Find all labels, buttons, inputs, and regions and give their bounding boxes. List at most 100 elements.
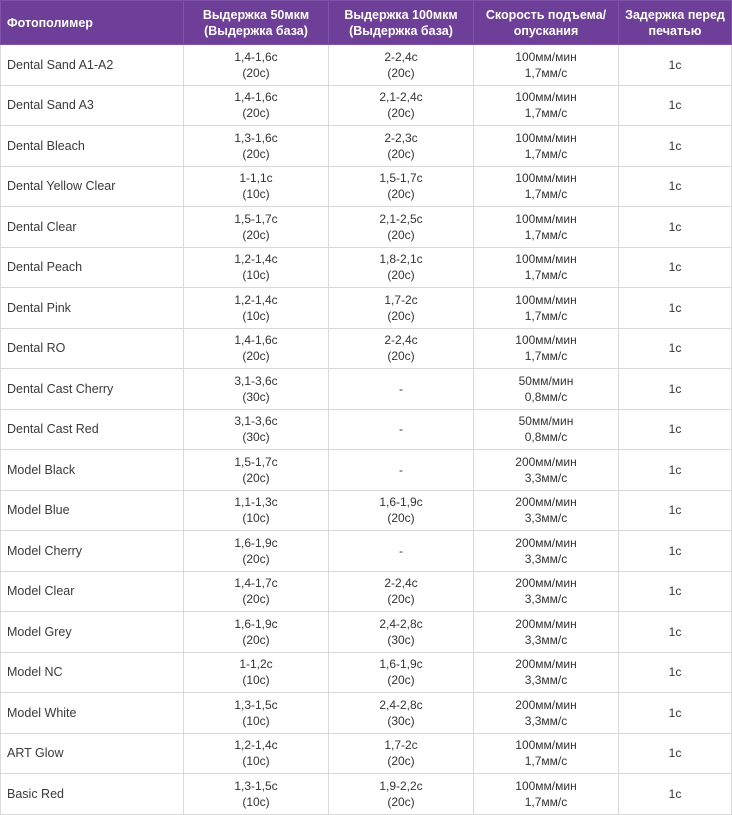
print-delay-cell-line: 1с (668, 543, 682, 558)
lift-speed-cell: 200мм/мин 3,3мм/с (473, 692, 619, 734)
table-row: Model Black 1,5-1,7с (20с) - 200мм/мин 3,3мм/… (0, 449, 732, 491)
exposure-100um-cell: 1,5-1,7с (20с) (328, 165, 474, 207)
lift-speed-cell: 100мм/мин 1,7мм/с (473, 732, 619, 774)
header-exposure-100um: Выдержка 100мкм (Выдержка база) (328, 0, 474, 45)
lift-speed-cell-line: 100мм/мин (515, 171, 577, 186)
table-row: Model NC 1-1,2с (10с) 1,6-1,9с (20с) 200мм/ми… (0, 651, 732, 693)
lift-speed-cell: 100мм/мин 1,7мм/с (473, 84, 619, 126)
print-delay-cell: 1с (618, 570, 732, 612)
header-print-delay: Задержка перед печатью (618, 0, 732, 45)
resin-name-cell-line: Dental Clear (7, 219, 77, 234)
exposure-100um-cell: 2-2,4с (20с) (328, 327, 474, 369)
exposure-50um-cell-line: 1,2-1,4с (234, 252, 278, 267)
resin-name-cell: Dental Pink (0, 287, 184, 329)
resin-name-cell-line: Dental RO (7, 341, 66, 356)
exposure-100um-cell-line: 1,5-1,7с (379, 171, 423, 186)
exposure-50um-cell-line: (10с) (242, 511, 270, 526)
exposure-50um-cell-line: (20с) (242, 632, 270, 647)
exposure-50um-cell-line: 1,3-1,6с (234, 130, 278, 145)
exposure-100um-cell-line: 1,7-2с (384, 738, 418, 753)
lift-speed-cell-line: 1,7мм/с (524, 65, 568, 80)
exposure-100um-cell-line: 2,1-2,5с (379, 211, 423, 226)
print-delay-cell: 1с (618, 368, 732, 410)
resin-name-cell: Dental Cast Cherry (0, 368, 184, 410)
resin-name-cell-line: Dental Sand A3 (7, 98, 94, 113)
exposure-50um-cell: 1,4-1,6с (20с) (183, 84, 329, 126)
resin-name-cell-line: Model NC (7, 665, 63, 680)
exposure-100um-cell: 2-2,4с (20с) (328, 44, 474, 86)
table-row: Dental Sand A1-A2 1,4-1,6с (20с) 2-2,4с (20с… (0, 44, 732, 86)
exposure-100um-cell: 1,7-2с (20с) (328, 732, 474, 774)
exposure-50um-cell-line: (10с) (242, 794, 270, 809)
exposure-100um-cell: - (328, 449, 474, 491)
lift-speed-cell-line: 1,7мм/с (524, 794, 568, 809)
print-delay-cell: 1с (618, 206, 732, 248)
print-delay-cell: 1с (618, 651, 732, 693)
exposure-50um-cell-line: (10с) (242, 187, 270, 202)
lift-speed-cell-line: 100мм/мин (515, 252, 577, 267)
lift-speed-cell: 100мм/мин 1,7мм/с (473, 44, 619, 86)
resin-name-cell: Dental Yellow Clear (0, 165, 184, 207)
table-row: Model White 1,3-1,5с (10с) 2,4-2,8с (30с) 200… (0, 692, 732, 734)
resin-name-cell: Dental Bleach (0, 125, 184, 167)
exposure-50um-cell-line: (10с) (242, 713, 270, 728)
exposure-100um-cell-line: (30с) (387, 713, 415, 728)
exposure-100um-cell: - (328, 368, 474, 410)
exposure-100um-cell-line: 1,8-2,1с (379, 252, 423, 267)
print-delay-cell: 1с (618, 489, 732, 531)
print-delay-cell-line: 1с (668, 57, 682, 72)
exposure-100um-cell: 1,7-2с (20с) (328, 287, 474, 329)
resin-name-cell-line: Model Black (7, 462, 76, 477)
exposure-100um-cell: 2,4-2,8с (30с) (328, 692, 474, 734)
print-delay-cell: 1с (618, 692, 732, 734)
exposure-100um-cell: 1,8-2,1с (20с) (328, 246, 474, 288)
exposure-50um-cell-line: (10с) (242, 754, 270, 769)
lift-speed-cell-line: 100мм/мин (515, 778, 577, 793)
lift-speed-cell-line: 200мм/мин (515, 576, 577, 591)
header-lift-speed: Скорость подъема/опускания (473, 0, 619, 45)
lift-speed-cell: 200мм/мин 3,3мм/с (473, 489, 619, 531)
exposure-50um-cell-line: 1,3-1,5с (234, 697, 278, 712)
lift-speed-cell-line: 200мм/мин (515, 535, 577, 550)
lift-speed-cell-line: 1,7мм/с (524, 349, 568, 364)
lift-speed-cell-line: 100мм/мин (515, 49, 577, 64)
exposure-100um-cell: 1,6-1,9с (20с) (328, 651, 474, 693)
lift-speed-cell-line: 1,7мм/с (524, 187, 568, 202)
exposure-50um-cell-line: (10с) (242, 268, 270, 283)
exposure-50um-cell-line: (10с) (242, 308, 270, 323)
lift-speed-cell-line: 50мм/мин (518, 414, 574, 429)
exposure-50um-cell: 1,3-1,5с (10с) (183, 692, 329, 734)
table-row: Model Blue 1,1-1,3с (10с) 1,6-1,9с (20с) 200м… (0, 489, 732, 531)
print-delay-cell: 1с (618, 125, 732, 167)
exposure-50um-cell-line: (20с) (242, 65, 270, 80)
lift-speed-cell: 50мм/мин 0,8мм/с (473, 408, 619, 450)
lift-speed-cell-line: 100мм/мин (515, 130, 577, 145)
resin-name-cell: Dental Cast Red (0, 408, 184, 450)
table-row: Dental Pink 1,2-1,4с (10с) 1,7-2с (20с) 100мм… (0, 287, 732, 329)
exposure-100um-cell-line: 1,7-2с (384, 292, 418, 307)
table-row: Basic Red 1,3-1,5с (10с) 1,9-2,2с (20с) 100мм… (0, 773, 732, 815)
exposure-50um-cell: 1,4-1,6с (20с) (183, 44, 329, 86)
resin-name-cell: Model Blue (0, 489, 184, 531)
print-delay-cell: 1с (618, 732, 732, 774)
lift-speed-cell-line: 50мм/мин (518, 373, 574, 388)
print-delay-cell: 1с (618, 773, 732, 815)
print-delay-cell-line: 1с (668, 179, 682, 194)
print-delay-cell: 1с (618, 449, 732, 491)
exposure-50um-cell-line: 1,4-1,7с (234, 576, 278, 591)
resin-name-cell: Model Clear (0, 570, 184, 612)
lift-speed-cell-line: 200мм/мин (515, 616, 577, 631)
exposure-50um-cell-line: (10с) (242, 673, 270, 688)
resin-name-cell: Model Grey (0, 611, 184, 653)
exposure-100um-cell-line: 1,6-1,9с (379, 495, 423, 510)
exposure-50um-cell: 1-1,1с (10с) (183, 165, 329, 207)
exposure-50um-cell-line: 1-1,2с (239, 657, 273, 672)
exposure-100um-cell: - (328, 530, 474, 572)
table-row: Dental Sand A3 1,4-1,6с (20с) 2,1-2,4с (20с)… (0, 84, 732, 126)
exposure-100um-cell-line: (20с) (387, 349, 415, 364)
lift-speed-cell-line: 3,3мм/с (524, 632, 568, 647)
table-row: Dental Cast Red 3,1-3,6с (30с) - 50мм/мин 0,8… (0, 408, 732, 450)
exposure-50um-cell-line: (30с) (242, 430, 270, 445)
table-body: Dental Sand A1-A2 1,4-1,6с (20с) 2-2,4с (20с… (0, 44, 732, 815)
table-row: Dental Clear 1,5-1,7с (20с) 2,1-2,5с (20с) 10… (0, 206, 732, 248)
